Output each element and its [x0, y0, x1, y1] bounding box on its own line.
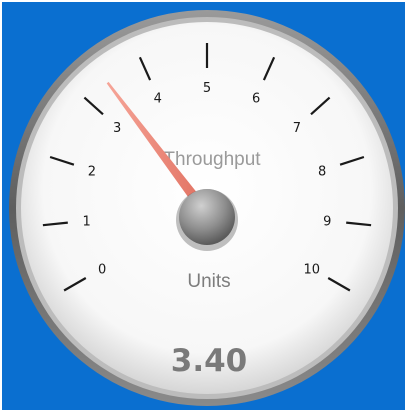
- gauge-svg: 0 1 2 3 4 5 6 7 8 9 10 Throughput Units 3.40: [9, 10, 405, 406]
- tick-label: 3: [113, 121, 121, 136]
- tick-label: 8: [318, 165, 326, 180]
- gauge-value-readout: 3.40: [171, 343, 248, 379]
- needle-hub-icon: [179, 189, 235, 245]
- tick-label: 6: [252, 92, 260, 107]
- tick-label: 4: [154, 92, 162, 107]
- gauge-widget: 0 1 2 3 4 5 6 7 8 9 10 Throughput Units 3.40: [0, 0, 407, 412]
- tick-label: 1: [83, 215, 91, 230]
- gauge-title: Throughput: [163, 149, 261, 170]
- tick-label: 9: [323, 215, 331, 230]
- tick-label: 2: [88, 165, 96, 180]
- tick-label: 10: [304, 263, 321, 278]
- tick-label: 0: [98, 263, 106, 278]
- tick-label: 5: [203, 81, 211, 96]
- tick-label: 7: [293, 121, 301, 136]
- gauge-units: Units: [187, 271, 230, 292]
